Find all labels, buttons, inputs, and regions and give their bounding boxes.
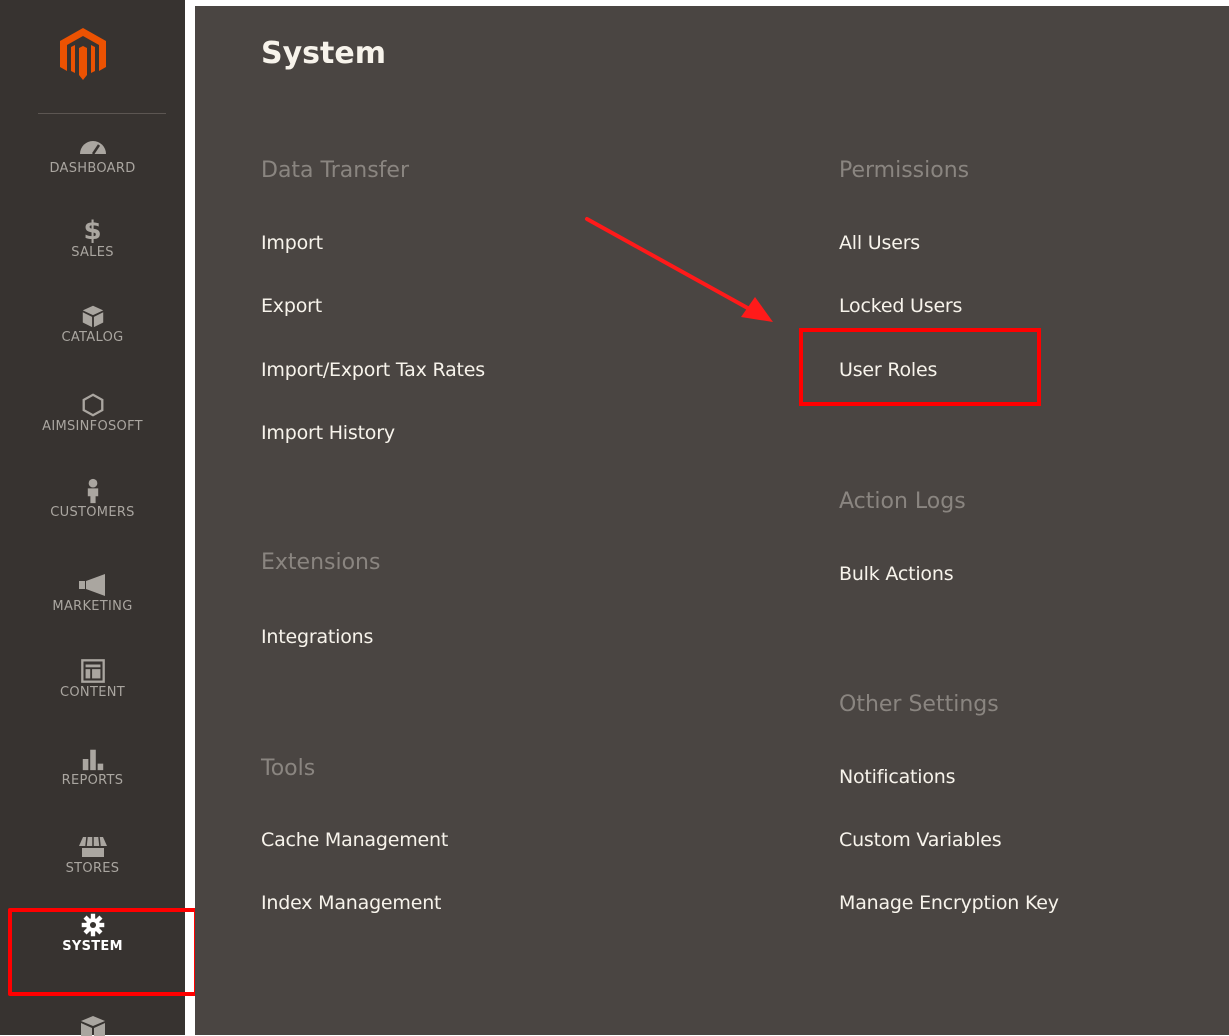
admin-sidebar: DASHBOARD $ SALES CATALOG AIMSINFOSOFT C…: [0, 0, 195, 1036]
menu-link-integrations[interactable]: Integrations: [261, 626, 373, 648]
sidebar-item-customers[interactable]: CUSTOMERS: [0, 478, 185, 566]
menu-link-bulk-actions[interactable]: Bulk Actions: [839, 563, 954, 585]
menu-link-custom-variables[interactable]: Custom Variables: [839, 829, 1002, 851]
menu-link-export[interactable]: Export: [261, 295, 322, 317]
sidebar-item-label: REPORTS: [61, 773, 124, 788]
group-title-extensions: Extensions: [261, 550, 381, 575]
layout-icon: [80, 659, 105, 683]
menu-link-import-history[interactable]: Import History: [261, 422, 395, 444]
sidebar-item-label: SALES: [71, 245, 114, 260]
group-title-other-settings: Other Settings: [839, 692, 999, 717]
menu-link-index-management[interactable]: Index Management: [261, 892, 442, 914]
box-icon: [82, 305, 103, 328]
menu-link-import-export-tax-rates[interactable]: Import/Export Tax Rates: [261, 359, 485, 381]
group-title-tools: Tools: [261, 756, 316, 781]
menu-link-manage-encryption-key[interactable]: Manage Encryption Key: [839, 892, 1059, 914]
sidebar-item-marketing[interactable]: MARKETING: [0, 572, 185, 660]
menu-link-notifications[interactable]: Notifications: [839, 766, 956, 788]
system-highlight-box: [8, 908, 198, 996]
store-icon: [78, 836, 107, 857]
dashboard-icon: [79, 141, 106, 155]
sidebar-item-label: CUSTOMERS: [50, 505, 135, 520]
sidebar-item-label: MARKETING: [52, 599, 133, 614]
sidebar-item-label: STORES: [65, 861, 120, 876]
person-icon: [87, 478, 98, 504]
menu-link-locked-users[interactable]: Locked Users: [839, 295, 962, 317]
magento-logo[interactable]: [0, 6, 185, 114]
sidebar-item-content[interactable]: CONTENT: [0, 658, 185, 746]
sidebar-item-sales[interactable]: $ SALES: [0, 218, 185, 306]
logo-divider: [38, 113, 166, 114]
hexagon-icon: [82, 393, 103, 417]
user-roles-highlight-box: [799, 328, 1041, 406]
page-title: System: [261, 36, 386, 71]
sidebar-item-aimsinfosoft[interactable]: AIMSINFOSOFT: [0, 392, 185, 480]
annotation-arrow-icon: [585, 217, 773, 322]
system-menu-panel: System Data Transfer Import Export Impor…: [195, 6, 1229, 1035]
bar-chart-icon: [82, 749, 103, 771]
sidebar-item-label: CATALOG: [61, 330, 124, 345]
sidebar-item-label: CONTENT: [60, 685, 125, 700]
sidebar-item-reports[interactable]: REPORTS: [0, 746, 185, 834]
group-title-data-transfer: Data Transfer: [261, 158, 409, 183]
sidebar-item-catalog[interactable]: CATALOG: [0, 303, 185, 391]
magento-logo-icon: [60, 28, 106, 80]
menu-link-all-users[interactable]: All Users: [839, 232, 920, 254]
group-title-permissions: Permissions: [839, 158, 970, 183]
menu-link-import[interactable]: Import: [261, 232, 323, 254]
partial-box-icon: [81, 1016, 105, 1036]
sidebar-item-dashboard[interactable]: DASHBOARD: [0, 134, 185, 222]
sidebar-item-label: DASHBOARD: [49, 161, 136, 176]
sidebar-item-label: AIMSINFOSOFT: [42, 419, 143, 434]
megaphone-icon: [78, 574, 105, 596]
dollar-icon: $: [83, 216, 102, 246]
menu-link-cache-management[interactable]: Cache Management: [261, 829, 448, 851]
group-title-action-logs: Action Logs: [839, 489, 966, 514]
